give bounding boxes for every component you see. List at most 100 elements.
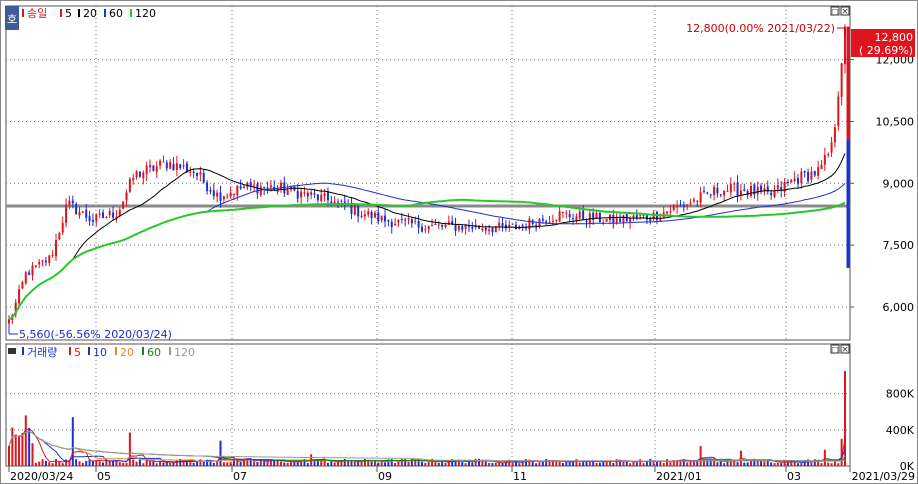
- candle: [770, 192, 773, 196]
- candle: [31, 265, 34, 276]
- volume-bar: [286, 462, 289, 466]
- volume-bar: [612, 462, 615, 466]
- candle: [427, 226, 430, 230]
- volume-bar: [545, 459, 548, 466]
- candle: [202, 172, 205, 183]
- candle: [142, 172, 145, 179]
- candle: [790, 179, 793, 183]
- volume-bar: [437, 462, 440, 466]
- volume-bar: [830, 463, 833, 466]
- candle: [431, 224, 434, 226]
- candle: [437, 224, 440, 226]
- volume-bar: [420, 461, 423, 466]
- volume-bar: [296, 461, 299, 466]
- volume-bar: [219, 440, 222, 466]
- price-y-tick-label: 10,500: [876, 115, 915, 128]
- candle: [18, 289, 21, 304]
- current-price-change: ( 29.69%): [859, 44, 913, 57]
- candle: [55, 239, 58, 257]
- volume-bar: [837, 463, 840, 466]
- candle: [118, 209, 121, 216]
- candle: [414, 220, 417, 222]
- volume-bar: [135, 461, 138, 466]
- volume-bar: [330, 461, 333, 466]
- volume-bar: [44, 460, 47, 466]
- volume-bar: [202, 461, 205, 466]
- candle: [172, 163, 175, 171]
- volume-bar: [743, 462, 746, 466]
- volume-bar: [800, 463, 803, 466]
- candle: [561, 212, 564, 214]
- legend-marker: [88, 347, 90, 355]
- price-panel: [5, 5, 851, 341]
- x-axis-tick-label: 07: [233, 470, 247, 483]
- volume-bar: [347, 460, 350, 466]
- candle: [313, 193, 316, 195]
- candle: [357, 206, 360, 217]
- candle: [370, 211, 373, 219]
- volume-bar: [102, 462, 105, 466]
- price-y-tick-label: 6,000: [883, 301, 915, 314]
- volume-bar: [343, 458, 346, 466]
- candle: [71, 200, 74, 204]
- candle: [407, 218, 410, 220]
- volume-bar: [283, 462, 286, 466]
- candle: [209, 189, 212, 192]
- candle: [615, 217, 618, 224]
- candle: [377, 212, 380, 222]
- volume-bar: [407, 461, 410, 466]
- maximize-icon: □: [831, 7, 839, 16]
- volume-bar: [427, 462, 430, 466]
- candle: [306, 192, 309, 197]
- volume-bar: [541, 461, 544, 466]
- volume-bar: [511, 462, 514, 466]
- price-y-tick-label: 7,500: [883, 239, 915, 252]
- volume-bar: [655, 461, 658, 466]
- volume-bar: [28, 427, 31, 466]
- candle: [840, 63, 843, 97]
- volume-bar: [357, 461, 360, 466]
- volume-legend-ma: 120: [174, 346, 195, 359]
- candle: [716, 187, 719, 194]
- candle: [138, 171, 141, 177]
- volume-bar: [561, 463, 564, 466]
- candle: [793, 178, 796, 181]
- candle: [155, 166, 158, 172]
- volume-bar: [488, 462, 491, 466]
- candle: [249, 182, 252, 186]
- candle: [749, 185, 752, 196]
- candle: [726, 190, 729, 192]
- current-price-value: 12,800: [875, 31, 914, 44]
- volume-bar: [256, 461, 259, 466]
- candle: [642, 215, 645, 217]
- volume-bar: [38, 461, 41, 466]
- candle: [300, 191, 303, 198]
- volume-bar: [713, 461, 716, 466]
- candle: [786, 181, 789, 183]
- candle: [639, 215, 642, 217]
- volume-bar: [598, 462, 601, 466]
- candle: [58, 233, 61, 240]
- price-legend-title: 송일: [27, 6, 47, 20]
- candle: [558, 211, 561, 222]
- candle: [390, 221, 393, 228]
- volume-legend-title: 거래량: [27, 346, 57, 359]
- candle: [743, 189, 746, 192]
- candle: [196, 172, 199, 177]
- candle: [619, 218, 622, 222]
- candle: [363, 214, 366, 217]
- volume-bar: [31, 443, 34, 466]
- candle: [699, 192, 702, 203]
- candle: [28, 272, 31, 276]
- volume-bar: [394, 462, 397, 466]
- candle: [206, 182, 209, 192]
- x-axis-tick-label: 03: [787, 470, 801, 483]
- low-annotation: 5,560(-56.56% 2020/03/24): [19, 328, 172, 341]
- candle: [488, 229, 491, 232]
- candle: [498, 222, 501, 226]
- volume-bar: [635, 462, 638, 466]
- stock-chart: 12,00010,5009,0007,5006,000800K400K0K12,…: [0, 0, 918, 484]
- candle: [296, 191, 299, 199]
- volume-bar: [8, 446, 10, 466]
- candle: [410, 219, 413, 224]
